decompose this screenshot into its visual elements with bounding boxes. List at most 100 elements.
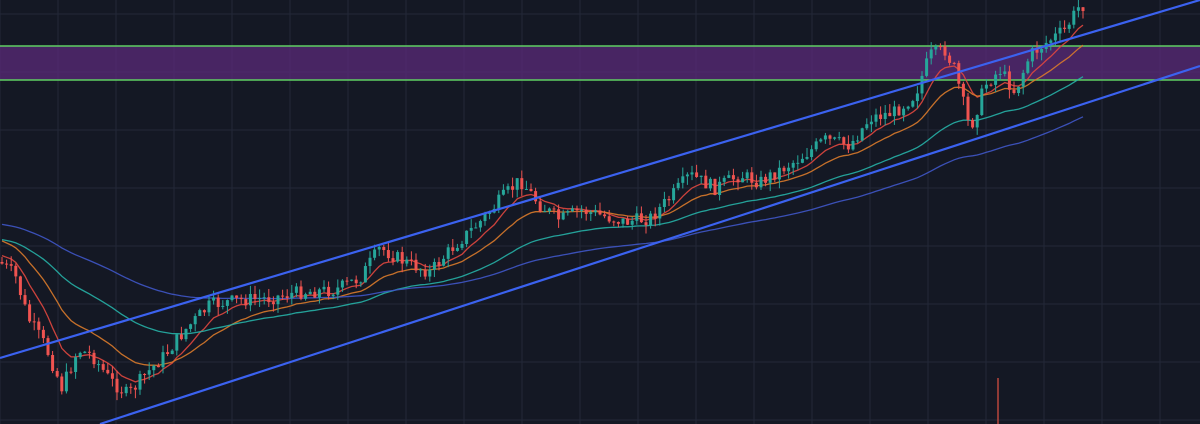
candle-body <box>584 209 588 214</box>
candle-body <box>598 210 602 215</box>
candle-body <box>883 112 887 119</box>
candle-body <box>695 172 699 177</box>
candle-body <box>221 305 225 307</box>
candle-body <box>685 174 689 177</box>
candle-body <box>828 135 832 139</box>
candle-body <box>294 286 298 293</box>
candle-body <box>626 218 630 225</box>
candle-body <box>1076 7 1080 11</box>
candle-body <box>745 172 749 179</box>
candle-body <box>248 293 252 306</box>
candle-body <box>961 83 965 97</box>
candle-body <box>998 73 1002 75</box>
candle-body <box>442 258 446 266</box>
candle-body <box>1021 72 1025 87</box>
candle-body <box>382 247 386 251</box>
price-chart[interactable] <box>0 0 1200 424</box>
candle-body <box>483 213 487 222</box>
candle-body <box>980 88 984 116</box>
candle-body <box>699 175 703 177</box>
candle-body <box>391 258 395 262</box>
candle-body <box>64 371 68 392</box>
candle <box>46 335 50 357</box>
candle-body <box>276 295 280 305</box>
candle-body <box>69 371 73 373</box>
candle-body <box>575 208 579 211</box>
candle-body <box>984 84 988 89</box>
candle-body <box>336 287 340 295</box>
candle-body <box>14 265 18 277</box>
candle-body <box>534 191 538 202</box>
candle-body <box>773 172 777 180</box>
candle-body <box>313 291 317 298</box>
candle-body <box>759 176 763 188</box>
candle-body <box>777 167 781 180</box>
candle-body <box>1081 7 1085 12</box>
candle-body <box>906 106 910 109</box>
candle-body <box>368 257 372 267</box>
candle-body <box>607 216 611 222</box>
candle-body <box>469 227 473 231</box>
candle-body <box>957 63 961 84</box>
candle-body <box>902 108 906 116</box>
candle-body <box>322 286 326 290</box>
candle-body <box>805 156 809 159</box>
candle-body <box>823 135 827 140</box>
candle-body <box>681 176 685 183</box>
candle-body <box>727 175 731 178</box>
candle-body <box>74 357 78 373</box>
candle-body <box>915 93 919 102</box>
candle-body <box>989 84 993 86</box>
candle-body <box>750 172 754 183</box>
candle-body <box>1072 10 1076 25</box>
candle-body <box>327 286 331 297</box>
candle-body <box>55 371 59 377</box>
candle-body <box>938 46 942 48</box>
candle-body <box>561 212 565 220</box>
candle-body <box>37 321 41 330</box>
candle-body <box>557 209 561 220</box>
candle-body <box>147 370 151 375</box>
candle-body <box>106 369 110 374</box>
candle-body <box>166 352 170 354</box>
candle-body <box>515 178 519 190</box>
candle-body <box>373 249 377 258</box>
candle-body <box>161 352 165 368</box>
candle-body <box>212 297 216 301</box>
candle-body <box>396 252 400 262</box>
candle-body <box>768 172 772 183</box>
candle-body <box>170 350 174 354</box>
candle-body <box>616 222 620 224</box>
candle-body <box>202 310 206 313</box>
candle-body <box>644 222 648 226</box>
candle-body <box>9 264 13 266</box>
candle-body <box>400 252 404 264</box>
candle-body <box>846 143 850 150</box>
candle-body <box>143 373 147 375</box>
candle-body <box>290 292 294 299</box>
candle-body <box>819 139 823 142</box>
candle-body <box>1017 86 1021 94</box>
candle-body <box>110 373 114 379</box>
candle-body <box>639 213 643 223</box>
candle-body <box>543 211 547 213</box>
candle-body <box>253 293 257 299</box>
candle-body <box>874 114 878 122</box>
candle-body <box>552 208 556 210</box>
candle-body <box>354 279 358 284</box>
candle-body <box>796 162 800 164</box>
resistance-zone <box>0 45 1200 81</box>
candle-body <box>612 221 616 223</box>
candle <box>713 178 717 196</box>
candle-body <box>566 211 570 213</box>
candle-body <box>1007 71 1011 90</box>
candle-body <box>244 299 248 306</box>
candle-body <box>667 198 671 201</box>
candle-body <box>736 179 740 183</box>
candle <box>860 127 864 142</box>
candle-body <box>46 338 50 355</box>
candle-body <box>653 213 657 219</box>
candle-body <box>83 351 87 353</box>
candle-body <box>451 247 455 251</box>
candle-body <box>18 276 22 296</box>
